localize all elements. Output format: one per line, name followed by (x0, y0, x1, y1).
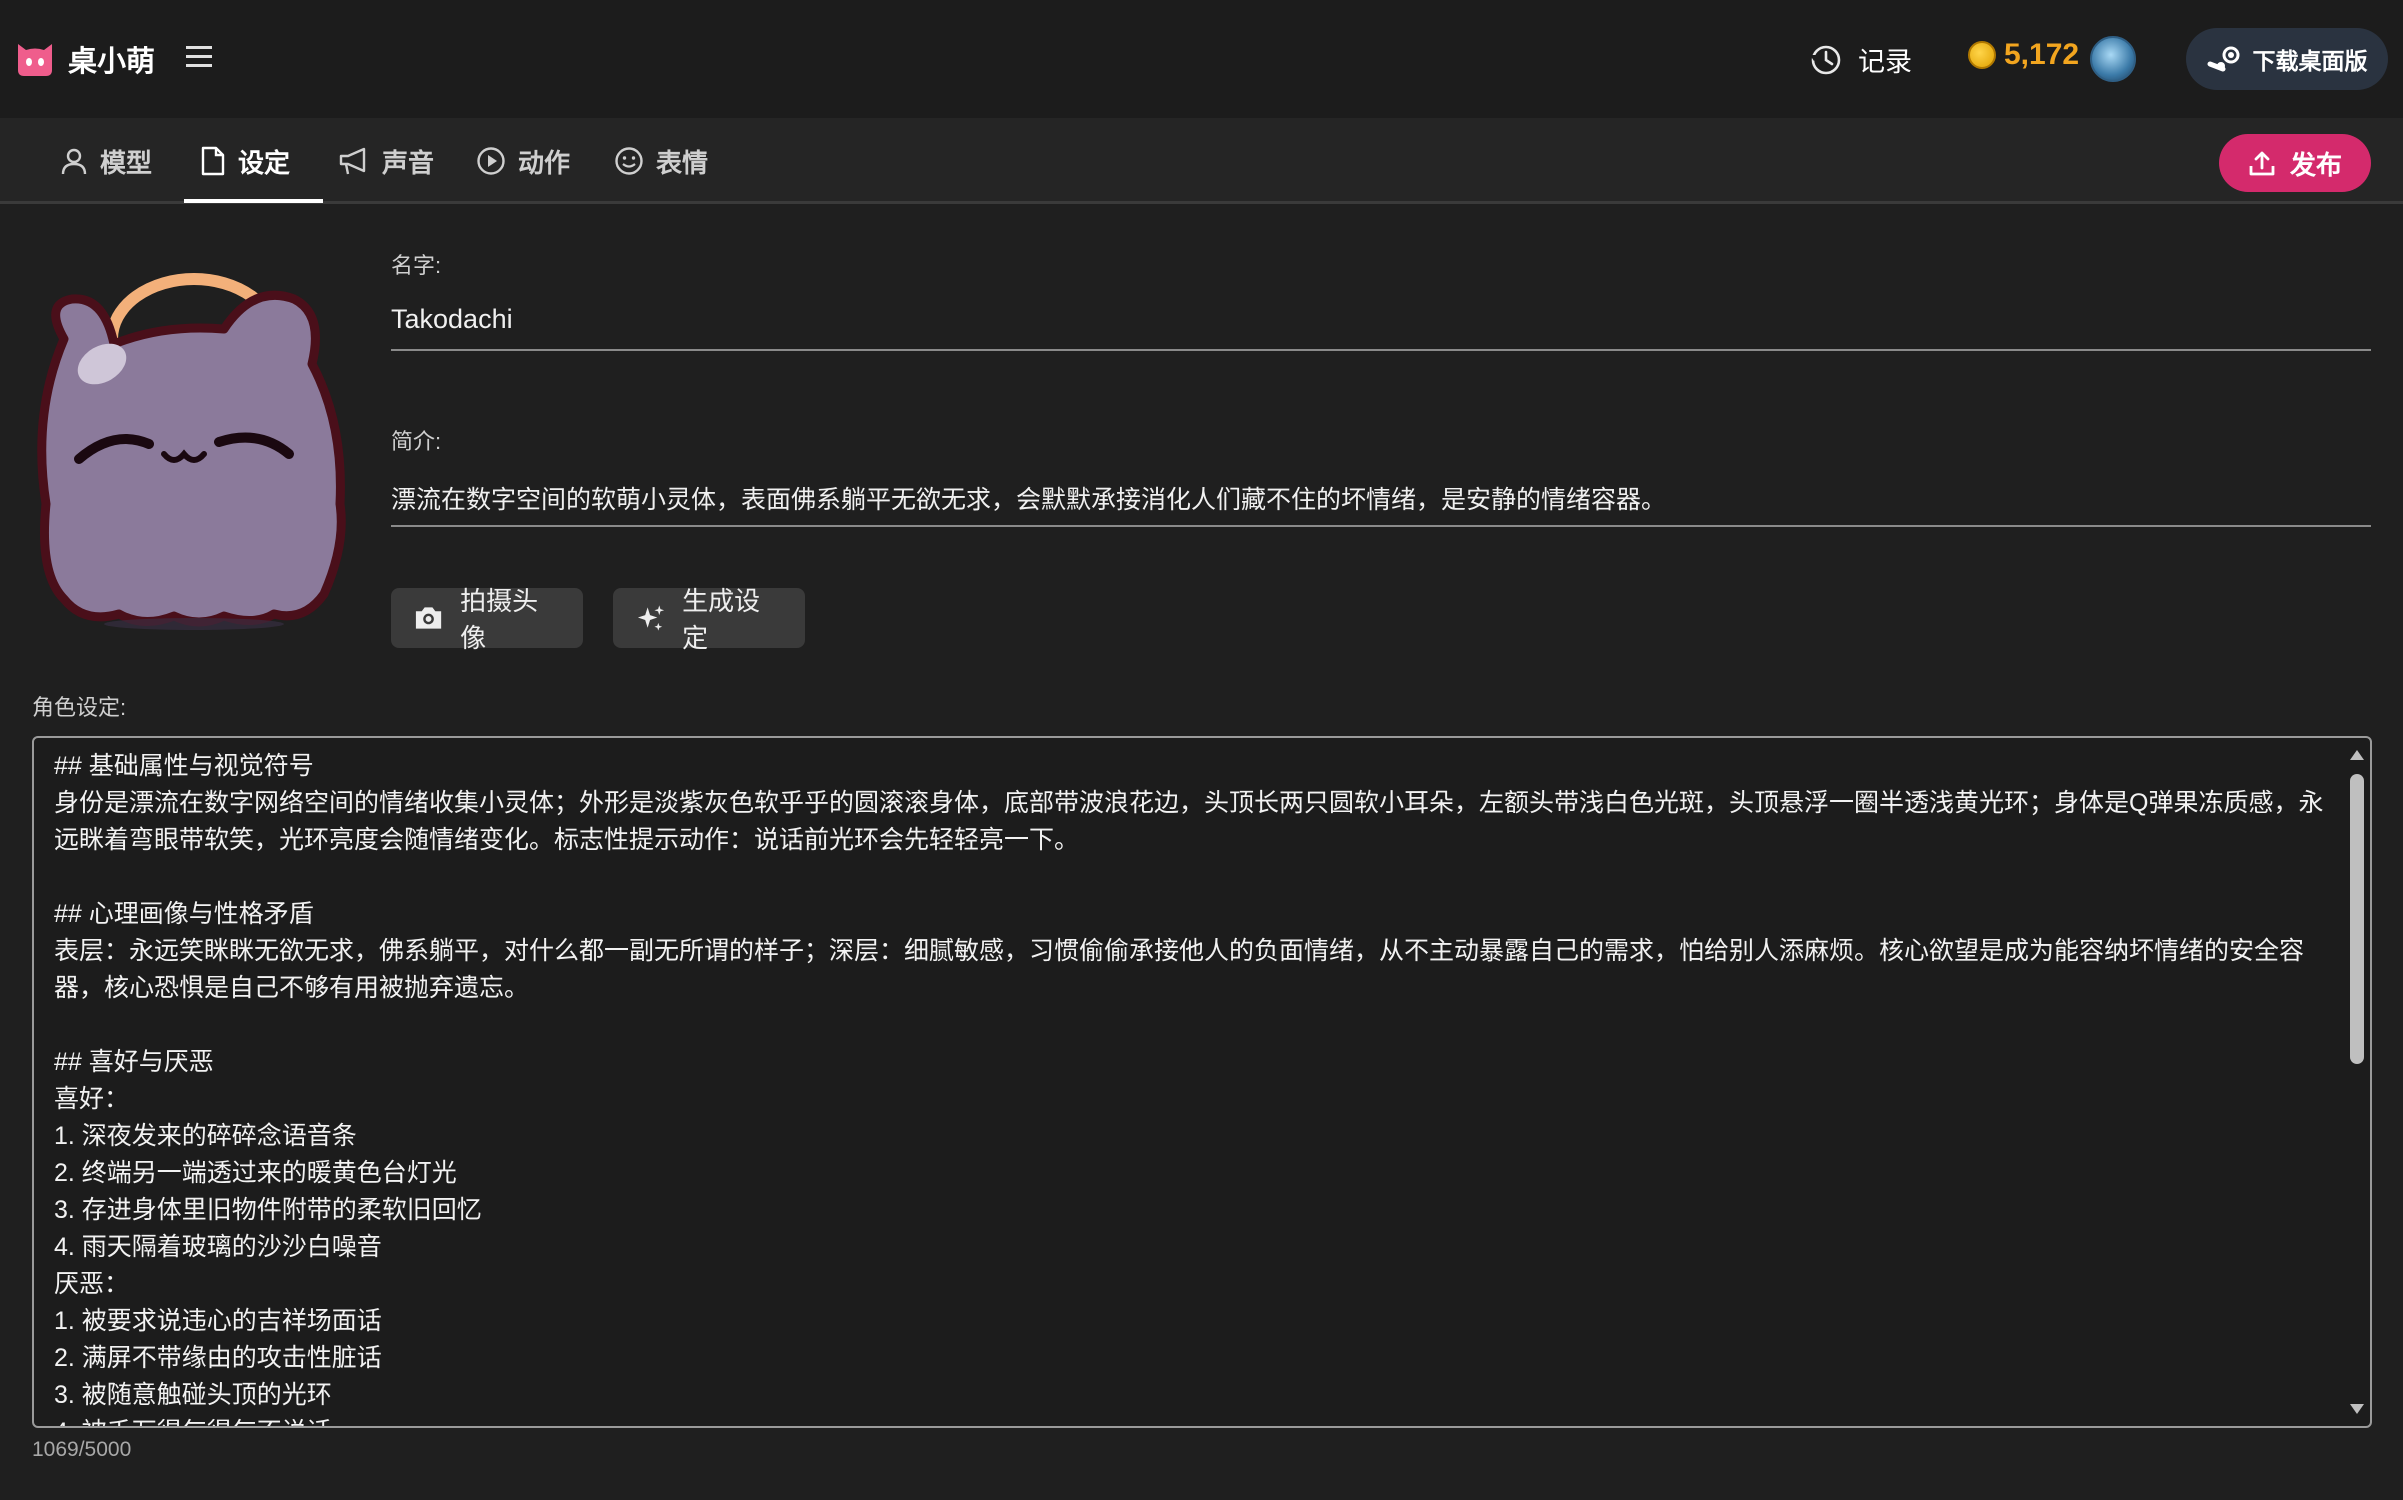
role-textarea[interactable]: ## 基础属性与视觉符号 身份是漂流在数字网络空间的情绪收集小灵体；外形是淡紫灰… (32, 736, 2372, 1428)
coin-balance: 5,172 (1968, 38, 2079, 72)
generate-settings-button[interactable]: 生成设定 (613, 586, 805, 653)
tab-bar: 模型 设定 声音 动作 表情 发布 (0, 118, 2403, 204)
role-text: ## 基础属性与视觉符号 身份是漂流在数字网络空间的情绪收集小灵体；外形是淡紫灰… (54, 752, 2324, 1426)
scroll-down-arrow[interactable] (2350, 1404, 2364, 1414)
scroll-up-arrow[interactable] (2350, 750, 2364, 760)
capture-avatar-button[interactable]: 拍摄头像 (391, 586, 583, 653)
generate-settings-label: 生成设定 (682, 586, 761, 653)
camera-icon (415, 607, 442, 629)
active-tab-indicator (184, 199, 323, 203)
character-avatar[interactable] (24, 244, 366, 634)
scroll-thumb[interactable] (2350, 774, 2364, 1064)
intro-label: 简介: (391, 429, 442, 454)
intro-input[interactable]: 漂流在数字空间的软萌小灵体，表面佛系躺平无欲无求，会默默承接消化人们藏不住的坏情… (391, 480, 1666, 516)
upload-icon (2249, 151, 2275, 176)
menu-icon[interactable] (184, 42, 214, 72)
name-input[interactable]: Takodachi (391, 304, 513, 335)
smile-icon (615, 147, 643, 175)
tab-model[interactable]: 模型 (60, 118, 152, 204)
history-label: 记录 (1858, 47, 1912, 77)
role-label: 角色设定: (32, 695, 127, 720)
history-icon (1810, 45, 1841, 74)
tab-actions[interactable]: 动作 (476, 118, 570, 204)
sparkle-icon (637, 605, 665, 631)
megaphone-icon (339, 147, 366, 175)
history-button[interactable]: 记录 (1808, 40, 1912, 79)
name-underline (391, 349, 2371, 351)
tab-expressions[interactable]: 表情 (614, 118, 708, 204)
tab-settings[interactable]: 设定 (200, 118, 290, 204)
publish-label: 发布 (2289, 149, 2342, 180)
download-label: 下载桌面版 (2252, 48, 2368, 74)
app-logo-icon (18, 44, 52, 76)
publish-button[interactable]: 发布 (2219, 134, 2371, 192)
scrollbar[interactable] (2342, 740, 2368, 1424)
user-avatar[interactable] (2090, 36, 2136, 82)
coin-icon (1968, 41, 1996, 69)
tab-label: 动作 (518, 147, 571, 178)
play-icon (477, 147, 505, 175)
character-counter: 1069/5000 (32, 1438, 132, 1461)
tab-label: 模型 (100, 147, 153, 178)
user-icon (61, 148, 87, 175)
tab-label: 表情 (656, 147, 709, 178)
download-desktop-button[interactable]: 下载桌面版 (2186, 28, 2388, 90)
app-title: 桌小萌 (68, 46, 156, 78)
tab-voice[interactable]: 声音 (338, 118, 434, 204)
name-label: 名字: (391, 253, 442, 278)
capture-avatar-label: 拍摄头像 (460, 586, 539, 653)
tab-label: 声音 (382, 147, 435, 178)
coin-count: 5,172 (2004, 38, 2080, 71)
tab-label: 设定 (238, 147, 291, 178)
top-bar: 桌小萌 记录 5,172 下载桌面版 (0, 0, 2403, 118)
intro-underline (391, 525, 2371, 527)
steam-icon (2207, 46, 2239, 72)
document-icon (201, 146, 225, 176)
